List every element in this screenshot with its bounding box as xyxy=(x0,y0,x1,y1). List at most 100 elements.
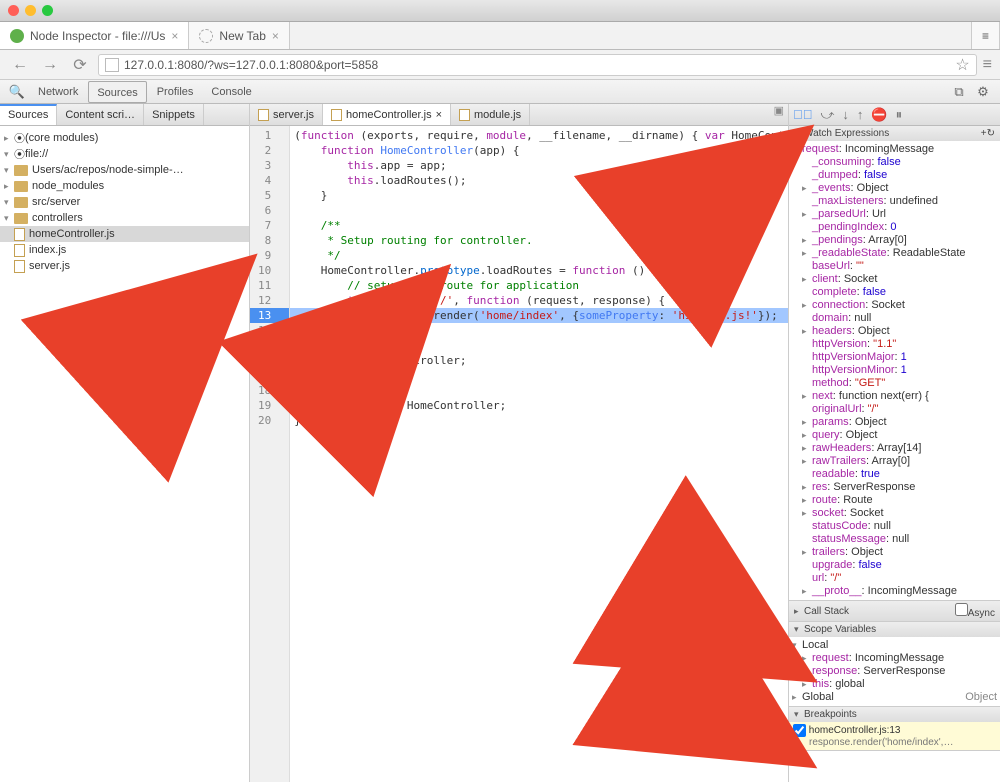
watch-row[interactable]: ▸_parsedUrl: Url xyxy=(792,208,997,221)
watch-row[interactable]: ▸_readableState: ReadableState xyxy=(792,247,997,260)
menu-button[interactable]: ≡ xyxy=(971,22,1000,49)
file-tab-module[interactable]: module.js xyxy=(451,104,530,125)
watch-row[interactable]: baseUrl: "" xyxy=(792,260,997,273)
window-titlebar xyxy=(0,0,1000,22)
breakpoint-marker[interactable]: 13 xyxy=(250,308,289,323)
watch-row[interactable]: _maxListeners: undefined xyxy=(792,195,997,208)
line-gutter[interactable]: 123456789101112 13 14151617181920 xyxy=(250,126,290,782)
watch-row[interactable]: statusCode: null xyxy=(792,520,997,533)
watch-row[interactable]: ▸trailers: Object xyxy=(792,546,997,559)
watch-row[interactable]: _consuming: false xyxy=(792,156,997,169)
file-tab-server[interactable]: server.js xyxy=(250,104,323,125)
code-content[interactable]: (function (exports, require, module, __f… xyxy=(290,126,788,782)
watch-row[interactable]: ▸route: Route xyxy=(792,494,997,507)
panel-console[interactable]: Console xyxy=(203,81,259,103)
inspect-icon[interactable]: 🔍 xyxy=(6,84,28,100)
watch-row[interactable]: httpVersionMinor: 1 xyxy=(792,364,997,377)
watch-row[interactable]: ▸_events: Object xyxy=(792,182,997,195)
panel-network[interactable]: Network xyxy=(30,81,86,103)
watch-row[interactable]: originalUrl: "/" xyxy=(792,403,997,416)
drawer-icon[interactable]: ⧉ xyxy=(948,84,970,100)
scope-row[interactable]: ▸this: global xyxy=(792,678,997,691)
watch-row[interactable]: _pendingIndex: 0 xyxy=(792,221,997,234)
tree-core-modules[interactable]: ▸⦿ (core modules) xyxy=(0,130,249,146)
watch-row[interactable]: statusMessage: null xyxy=(792,533,997,546)
folder-icon xyxy=(14,165,28,176)
tab-node-inspector[interactable]: Node Inspector - file:///Us × xyxy=(0,22,189,49)
code-editor[interactable]: 123456789101112 13 14151617181920 (funct… xyxy=(250,126,788,782)
watch-row[interactable]: ▸params: Object xyxy=(792,416,997,429)
watch-row[interactable]: readable: true xyxy=(792,468,997,481)
tree-file-index[interactable]: index.js xyxy=(0,242,249,258)
scope-row[interactable]: ▸response: ServerResponse xyxy=(792,665,997,678)
watch-row[interactable]: ▸_pendings: Array[0] xyxy=(792,234,997,247)
tree-node-modules[interactable]: ▸node_modules xyxy=(0,178,249,194)
step-out-icon[interactable]: ↑ xyxy=(857,107,864,122)
reload-button[interactable]: ⟳ xyxy=(68,53,92,77)
watch-row[interactable]: ▸query: Object xyxy=(792,429,997,442)
watch-row[interactable]: method: "GET" xyxy=(792,377,997,390)
breakpoint-item[interactable]: homeController.js:13 response.render('ho… xyxy=(789,722,1000,750)
watch-row[interactable]: ▸connection: Socket xyxy=(792,299,997,312)
file-tab-homecontroller[interactable]: homeController.js× xyxy=(323,104,451,125)
back-button[interactable]: ← xyxy=(8,53,32,77)
watch-row[interactable]: ▾request: IncomingMessage xyxy=(792,143,997,156)
breakpoints-header[interactable]: ▾Breakpoints xyxy=(789,707,1000,722)
sidebar-tabs: Sources Content scri… Snippets xyxy=(0,104,249,126)
tab-content-scripts[interactable]: Content scri… xyxy=(57,104,144,125)
watch-row[interactable]: ▸res: ServerResponse xyxy=(792,481,997,494)
panel-profiles[interactable]: Profiles xyxy=(149,81,202,103)
tree-file-homecontroller[interactable]: homeController.js xyxy=(0,226,249,242)
watch-row[interactable]: ▸next: function next(err) { xyxy=(792,390,997,403)
scope-row[interactable]: ▸request: IncomingMessage xyxy=(792,652,997,665)
watch-row[interactable]: ▸headers: Object xyxy=(792,325,997,338)
watch-row[interactable]: httpVersion: "1.1" xyxy=(792,338,997,351)
hamburger-icon[interactable]: ≡ xyxy=(983,56,992,74)
watch-row[interactable]: httpVersionMajor: 1 xyxy=(792,351,997,364)
watch-row[interactable]: ▸__proto__: IncomingMessage xyxy=(792,585,997,598)
step-into-icon[interactable]: ↓ xyxy=(842,107,849,122)
breakpoint-checkbox[interactable] xyxy=(793,724,806,737)
address-input[interactable]: 127.0.0.1:8080/?ws=127.0.0.1:8080&port=5… xyxy=(98,54,977,76)
minimize-window-button[interactable] xyxy=(25,5,36,16)
pause-exceptions-icon[interactable]: ⏸ xyxy=(896,107,903,123)
close-window-button[interactable] xyxy=(8,5,19,16)
callstack-header[interactable]: ▸Call StackAsync xyxy=(789,601,1000,621)
tree-controllers[interactable]: ▾controllers xyxy=(0,210,249,226)
tree-file-server[interactable]: server.js xyxy=(0,258,249,274)
scope-header[interactable]: ▾Scope Variables xyxy=(789,622,1000,637)
async-checkbox[interactable]: Async xyxy=(955,603,995,619)
tree-repo-folder[interactable]: ▾Users/ac/repos/node-simple-… xyxy=(0,162,249,178)
watch-row[interactable]: ▸socket: Socket xyxy=(792,507,997,520)
watch-row[interactable]: upgrade: false xyxy=(792,559,997,572)
maximize-window-button[interactable] xyxy=(42,5,53,16)
watch-header[interactable]: ▾Watch Expressions+ ↻ xyxy=(789,126,1000,141)
deactivate-breakpoints-icon[interactable]: ⛔ xyxy=(871,107,887,123)
watch-row[interactable]: ▸rawTrailers: Array[0] xyxy=(792,455,997,468)
watch-row[interactable]: domain: null xyxy=(792,312,997,325)
resume-icon[interactable]: ▶⃓ xyxy=(793,107,813,122)
tab-new[interactable]: New Tab × xyxy=(189,22,290,49)
watch-row[interactable]: _dumped: false xyxy=(792,169,997,182)
forward-button[interactable]: → xyxy=(38,53,62,77)
step-over-icon[interactable]: ⤻ xyxy=(821,107,835,123)
tab-snippets[interactable]: Snippets xyxy=(144,104,204,125)
tree-file-root[interactable]: ▾⦿ file:// xyxy=(0,146,249,162)
panel-sources[interactable]: Sources xyxy=(88,81,146,103)
close-tab-icon[interactable]: × xyxy=(272,29,279,43)
tree-src-server[interactable]: ▾src/server xyxy=(0,194,249,210)
editor-options-icon[interactable]: ▣ xyxy=(770,104,788,125)
tab-sources[interactable]: Sources xyxy=(0,104,57,125)
watch-section: ▾Watch Expressions+ ↻ ▾request: Incoming… xyxy=(789,126,1000,601)
close-icon[interactable]: × xyxy=(436,104,442,126)
close-tab-icon[interactable]: × xyxy=(171,29,178,43)
bookmark-icon[interactable]: ☆ xyxy=(955,55,969,75)
watch-row[interactable]: ▸client: Socket xyxy=(792,273,997,286)
breakpoint-location: homeController.js:13 xyxy=(809,725,901,736)
settings-icon[interactable]: ⚙ xyxy=(972,84,994,100)
watch-row[interactable]: url: "/" xyxy=(792,572,997,585)
watch-row[interactable]: complete: false xyxy=(792,286,997,299)
watch-row[interactable]: ▸rawHeaders: Array[14] xyxy=(792,442,997,455)
refresh-watch-icon[interactable]: ↻ xyxy=(987,128,995,139)
file-icon xyxy=(14,244,25,257)
